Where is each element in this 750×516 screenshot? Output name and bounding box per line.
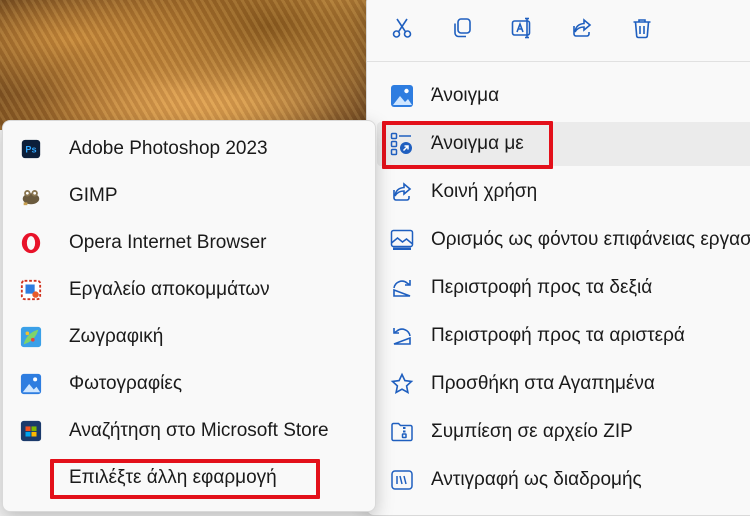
copy-button[interactable] [447, 13, 477, 43]
menu-item-label: Άνοιγμα με [431, 133, 524, 154]
context-action-bar [367, 1, 750, 55]
submenu-item-microsoft-store[interactable]: Αναζήτηση στο Microsoft Store [11, 409, 367, 453]
cut-button[interactable] [387, 13, 417, 43]
gimp-icon [19, 184, 43, 208]
menu-item-copy-path[interactable]: Αντιγραφή ως διαδρομής [377, 458, 750, 502]
snipping-tool-icon [19, 278, 43, 302]
paint-icon [19, 325, 43, 349]
submenu-item-label: Opera Internet Browser [69, 232, 267, 253]
submenu-item-label: Ζωγραφική [69, 326, 164, 347]
svg-text:Ps: Ps [25, 144, 36, 154]
submenu-item-label: Εργαλείο αποκομμάτων [69, 279, 270, 300]
menu-divider [367, 61, 750, 62]
rename-button[interactable] [507, 13, 537, 43]
share-icon [389, 179, 415, 205]
menu-item-share[interactable]: Κοινή χρήση [377, 170, 750, 214]
menu-item-open[interactable]: Άνοιγμα [377, 74, 750, 118]
menu-item-set-wallpaper[interactable]: Ορισμός ως φόντου επιφάνειας εργασίας [377, 218, 750, 262]
star-icon [389, 371, 415, 397]
menu-item-label: Συμπίεση σε αρχείο ZIP [431, 421, 633, 442]
menu-item-label: Περιστροφή προς τα αριστερά [431, 325, 685, 346]
submenu-item-label: Επιλέξτε άλλη εφαρμογή [69, 467, 277, 488]
copy-path-icon [389, 467, 415, 493]
rotate-right-icon [389, 275, 415, 301]
zip-icon [389, 419, 415, 445]
submenu-item-photoshop[interactable]: Ps Adobe Photoshop 2023 [11, 127, 367, 171]
submenu-item-label: GIMP [69, 185, 118, 206]
rotate-left-icon [389, 323, 415, 349]
submenu-item-label: Φωτογραφίες [69, 373, 182, 394]
photos-icon [19, 372, 43, 396]
menu-item-label: Περιστροφή προς τα δεξιά [431, 277, 653, 298]
menu-item-label: Άνοιγμα [431, 85, 500, 106]
open-with-icon [389, 131, 415, 157]
menu-item-label: Ορισμός ως φόντου επιφάνειας εργασίας [431, 229, 750, 250]
share-button[interactable] [567, 13, 597, 43]
share-icon [573, 18, 592, 37]
menu-item-compress-zip[interactable]: Συμπίεση σε αρχείο ZIP [377, 410, 750, 454]
wallpaper-icon [389, 227, 415, 253]
submenu-item-gimp[interactable]: GIMP [11, 174, 367, 218]
delete-button[interactable] [627, 13, 657, 43]
copy-icon [454, 18, 471, 38]
blank-icon [19, 466, 43, 490]
store-icon [19, 419, 43, 443]
submenu-item-label: Adobe Photoshop 2023 [69, 138, 268, 159]
delete-icon [633, 19, 651, 39]
submenu-item-choose-another-app[interactable]: Επιλέξτε άλλη εφαρμογή [11, 456, 367, 500]
menu-item-label: Κοινή χρήση [431, 181, 538, 202]
photos-icon [389, 83, 415, 109]
menu-item-rotate-left[interactable]: Περιστροφή προς τα αριστερά [377, 314, 750, 358]
menu-item-add-favorites[interactable]: Προσθήκη στα Αγαπημένα [377, 362, 750, 406]
context-menu: Άνοιγμα Άνοιγμα με Κοινή χρήση Ορισμός ω… [366, 0, 750, 516]
submenu-item-opera[interactable]: Opera Internet Browser [11, 221, 367, 265]
cut-icon [392, 18, 412, 38]
rename-icon [511, 17, 531, 39]
menu-item-label: Προσθήκη στα Αγαπημένα [431, 373, 655, 394]
desktop-wallpaper [0, 0, 380, 130]
menu-item-open-with[interactable]: Άνοιγμα με [377, 122, 750, 166]
menu-item-label: Αντιγραφή ως διαδρομής [431, 469, 642, 490]
open-with-submenu: Ps Adobe Photoshop 2023 GIMP Opera Inter… [2, 120, 376, 512]
opera-icon [19, 231, 43, 255]
photoshop-icon: Ps [19, 137, 43, 161]
menu-item-rotate-right[interactable]: Περιστροφή προς τα δεξιά [377, 266, 750, 310]
submenu-item-photos[interactable]: Φωτογραφίες [11, 362, 367, 406]
submenu-item-paint[interactable]: Ζωγραφική [11, 315, 367, 359]
submenu-item-snipping-tool[interactable]: Εργαλείο αποκομμάτων [11, 268, 367, 312]
submenu-item-label: Αναζήτηση στο Microsoft Store [69, 420, 329, 441]
